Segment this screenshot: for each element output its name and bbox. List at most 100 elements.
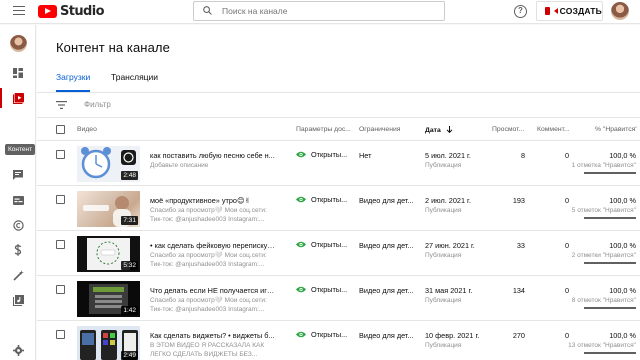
likes-bar [584, 307, 636, 309]
visibility-cell[interactable]: Открыты... [296, 195, 347, 204]
filter-bar[interactable]: Фильтр [37, 93, 640, 118]
select-all-checkbox[interactable] [56, 125, 65, 134]
video-duration: 1:42 [121, 306, 138, 315]
video-camera-icon [545, 7, 558, 15]
column-views[interactable]: Просмот... [492, 126, 525, 133]
channel-avatar[interactable] [10, 35, 27, 52]
content-icon [12, 92, 24, 104]
visibility-cell[interactable]: Открыты... [296, 285, 347, 294]
main-content: Контент на канале Загрузки Трансляции Фи… [37, 25, 640, 360]
video-description: Спасибо за просмотр🤍 Мои соц.сети: Тик-то… [150, 251, 272, 269]
table-row[interactable]: 7:31 моё «продуктивное» утро😊✌ Спасибо з… [37, 187, 640, 231]
column-date[interactable]: Дата [425, 126, 453, 134]
monetization-icon [14, 244, 22, 256]
visibility-cell[interactable]: Открыты... [296, 150, 347, 159]
video-description: Спасибо за просмотр🤍 Мои соц.сети: Тик-то… [150, 296, 272, 314]
views-count: 134 [512, 286, 525, 295]
column-comments[interactable]: Коммент... [537, 126, 569, 133]
video-description-line-2: Тик-ток: @anjushadee003 Instagram:... [150, 306, 265, 313]
sidebar-item-copyright[interactable] [0, 215, 36, 235]
likes-count: 1 отметка "Нравится" [571, 162, 636, 169]
restriction-label: Видео для дет... [359, 286, 414, 295]
video-title[interactable]: моё «продуктивное» утро😊✌ [150, 196, 275, 205]
video-thumbnail[interactable]: 5:32 [77, 236, 140, 272]
comments-icon [13, 170, 23, 180]
sort-arrow-down-icon [446, 126, 452, 134]
table-header: Видео Параметры дос... Ограничения Дата … [37, 119, 640, 141]
video-description-line-1: Спасибо за просмотр🤍 Мои соц.сети: [150, 297, 267, 304]
views-count: 193 [512, 196, 525, 205]
publish-status: Публикация [425, 252, 462, 259]
table-row[interactable]: 2:49 Как сделать виджеты? • виджеты б...… [37, 322, 640, 360]
table-row[interactable]: 1:42 Что делать если НЕ получается игр..… [37, 277, 640, 321]
likes-bar [584, 262, 636, 264]
tab-live[interactable]: Трансляции [111, 72, 158, 92]
column-likes[interactable]: % "Нравится" [595, 126, 637, 133]
sidebar-item-dashboard[interactable] [0, 63, 36, 83]
publish-date: 31 мая 2021 г. [425, 286, 473, 295]
likes-bar [584, 172, 636, 174]
video-thumbnail[interactable]: 2:49 [77, 326, 140, 360]
video-description: Спасибо за просмотр🤍 Мои соц.сети: Тик-то… [150, 206, 272, 224]
column-visibility[interactable]: Параметры дос... [296, 126, 352, 133]
table-row[interactable]: 2:48 как поставить любую песню себе н...… [37, 142, 640, 186]
comments-count: 0 [564, 331, 569, 340]
sidebar-item-audio-library[interactable] [0, 290, 36, 310]
row-checkbox[interactable] [56, 150, 65, 159]
filter-icon[interactable] [56, 101, 67, 109]
search-box[interactable] [193, 1, 445, 21]
settings-icon [12, 344, 24, 356]
video-title[interactable]: как поставить любую песню себе н... [150, 151, 275, 160]
column-restrictions[interactable]: Ограничения [359, 126, 400, 133]
menu-icon[interactable] [13, 6, 25, 18]
help-icon[interactable]: ? [514, 5, 527, 18]
row-checkbox[interactable] [56, 240, 65, 249]
visibility-cell[interactable]: Открыты... [296, 240, 347, 249]
video-description-line-1: Спасибо за просмотр🤍 Мои соц.сети: [150, 252, 267, 259]
video-description-line-2: ЛЕГКО СДЕЛАТЬ ВИДЖЕТЫ БЕЗ... [150, 351, 258, 358]
video-title[interactable]: Как сделать виджеты? • виджеты б... [150, 331, 275, 340]
publish-date: 27 июн. 2021 г. [425, 241, 475, 250]
video-title[interactable]: Что делать если НЕ получается игр... [150, 286, 275, 295]
views-count: 33 [516, 241, 525, 250]
likes-percent: 100,0 % [609, 151, 636, 160]
row-checkbox[interactable] [56, 195, 65, 204]
row-checkbox[interactable] [56, 285, 65, 294]
likes-percent: 100,0 % [609, 286, 636, 295]
video-title[interactable]: • как сделать фейковую переписку ... [150, 241, 275, 250]
create-button[interactable]: СОЗДАТЬ [536, 1, 603, 21]
visibility-label: Открыты... [311, 330, 348, 339]
filter-input[interactable]: Фильтр [84, 100, 111, 109]
tab-uploads[interactable]: Загрузки [56, 72, 91, 92]
table-row[interactable]: 5:32 • как сделать фейковую переписку ..… [37, 232, 640, 276]
publish-status: Публикация [425, 297, 462, 304]
visibility-cell[interactable]: Открыты... [296, 330, 347, 339]
sidebar-item-content[interactable] [0, 88, 36, 108]
dashboard-icon [13, 68, 23, 78]
row-checkbox[interactable] [56, 330, 65, 339]
eye-icon [296, 286, 306, 293]
sidebar-item-comments[interactable] [0, 165, 36, 185]
subtitles-icon [12, 195, 24, 205]
video-duration: 7:31 [121, 216, 138, 225]
likes-count: 8 отметок "Нравится" [571, 297, 636, 304]
video-description-line-2: Тик-ток: @anjushadee003 Instagram:... [150, 261, 265, 268]
youtube-studio-logo[interactable]: Studio [38, 4, 105, 19]
eye-icon [296, 241, 306, 248]
eye-icon [296, 151, 306, 158]
audio-library-icon [12, 294, 24, 306]
video-thumbnail[interactable]: 2:48 [77, 146, 140, 182]
search-input[interactable] [222, 6, 422, 16]
sidebar-item-subtitles[interactable] [0, 190, 36, 210]
sidebar-item-customization[interactable] [0, 265, 36, 285]
sidebar-item-settings[interactable] [0, 340, 36, 360]
video-thumbnail[interactable]: 1:42 [77, 281, 140, 317]
account-avatar[interactable] [611, 2, 629, 20]
video-thumbnail[interactable]: 7:31 [77, 191, 140, 227]
video-description: Добавьте описание [150, 162, 209, 169]
publish-date: 5 июл. 2021 г. [425, 151, 471, 160]
create-button-label: СОЗДАТЬ [559, 6, 602, 16]
sidebar-item-monetization[interactable] [0, 240, 36, 260]
video-duration: 2:48 [121, 171, 138, 180]
eye-icon [296, 331, 306, 338]
